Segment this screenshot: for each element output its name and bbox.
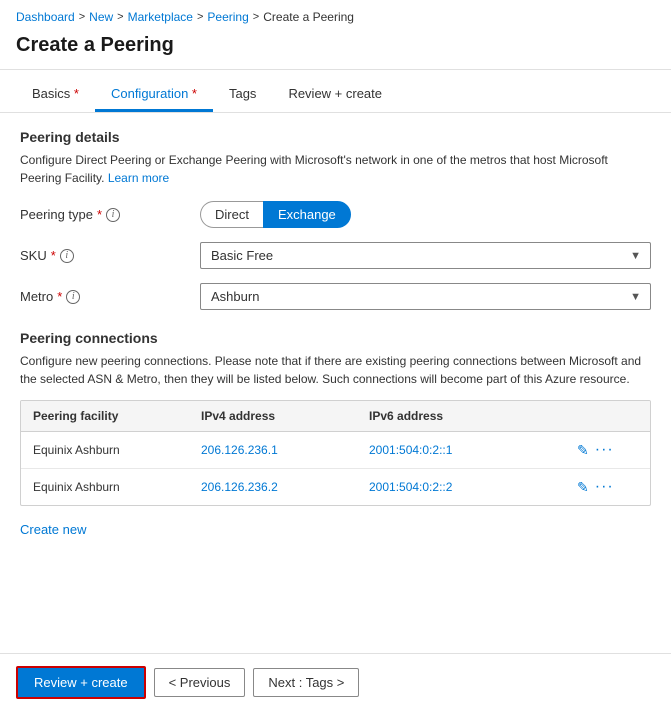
- tab-configuration[interactable]: Configuration *: [95, 78, 213, 112]
- peering-type-info-icon[interactable]: i: [106, 208, 120, 222]
- peering-type-toggle: Direct Exchange: [200, 201, 651, 228]
- breadcrumb-dashboard[interactable]: Dashboard: [16, 10, 75, 24]
- breadcrumb-new[interactable]: New: [89, 10, 113, 24]
- review-create-button[interactable]: Review + create: [16, 666, 146, 699]
- row1-edit-icon[interactable]: ✎: [577, 442, 589, 459]
- row2-edit-icon[interactable]: ✎: [577, 479, 589, 496]
- sku-row: SKU * i Basic Free Premium MRS Premium D…: [20, 242, 651, 269]
- peering-type-label: Peering type * i: [20, 207, 200, 222]
- configuration-asterisk: *: [188, 86, 197, 101]
- row1-ipv4[interactable]: 206.126.236.1: [201, 443, 361, 457]
- breadcrumb-sep-1: >: [79, 11, 85, 23]
- row1-more-icon[interactable]: ···: [595, 441, 614, 459]
- row1-ipv6[interactable]: 2001:504:0:2::1: [369, 443, 569, 457]
- tab-tags[interactable]: Tags: [213, 78, 272, 112]
- peering-type-control: Direct Exchange: [200, 201, 651, 228]
- peering-details-desc: Configure Direct Peering or Exchange Pee…: [20, 151, 651, 187]
- tab-bar: Basics * Configuration * Tags Review + c…: [0, 78, 671, 113]
- metro-label: Metro * i: [20, 289, 200, 304]
- row2-actions: ✎ ···: [577, 478, 638, 496]
- metro-select[interactable]: Ashburn Atlanta Chicago Dallas: [200, 283, 651, 310]
- row1-actions: ✎ ···: [577, 441, 638, 459]
- breadcrumb-sep-3: >: [197, 11, 203, 23]
- sku-label: SKU * i: [20, 248, 200, 263]
- next-button[interactable]: Next : Tags >: [253, 668, 359, 697]
- peering-connections-section: Peering connections Configure new peerin…: [20, 330, 651, 537]
- row2-more-icon[interactable]: ···: [595, 478, 614, 496]
- row2-action-group: ✎ ···: [577, 478, 638, 496]
- col-header-ipv4: IPv4 address: [201, 409, 361, 423]
- row1-facility: Equinix Ashburn: [33, 443, 193, 457]
- row2-facility: Equinix Ashburn: [33, 480, 193, 494]
- table-row: Equinix Ashburn 206.126.236.1 2001:504:0…: [21, 432, 650, 469]
- peering-type-exchange-btn[interactable]: Exchange: [263, 201, 351, 228]
- metro-row: Metro * i Ashburn Atlanta Chicago Dallas…: [20, 283, 651, 310]
- breadcrumb-sep-4: >: [253, 11, 259, 23]
- sku-control: Basic Free Premium MRS Premium Direct Fr…: [200, 242, 651, 269]
- tab-review-create[interactable]: Review + create: [272, 78, 398, 112]
- row2-ipv6[interactable]: 2001:504:0:2::2: [369, 480, 569, 494]
- peering-details-title: Peering details: [20, 129, 651, 145]
- table-row: Equinix Ashburn 206.126.236.2 2001:504:0…: [21, 469, 650, 505]
- peering-type-row: Peering type * i Direct Exchange: [20, 201, 651, 228]
- col-header-facility: Peering facility: [33, 409, 193, 423]
- sku-select[interactable]: Basic Free Premium MRS Premium Direct Fr…: [200, 242, 651, 269]
- breadcrumb-peering[interactable]: Peering: [207, 10, 248, 24]
- breadcrumb: Dashboard > New > Marketplace > Peering …: [0, 0, 671, 30]
- table-header-row: Peering facility IPv4 address IPv6 addre…: [21, 401, 650, 432]
- footer: Review + create < Previous Next : Tags >: [0, 653, 671, 711]
- metro-info-icon[interactable]: i: [66, 290, 80, 304]
- basics-asterisk: *: [70, 86, 79, 101]
- sku-info-icon[interactable]: i: [60, 249, 74, 263]
- row2-ipv4[interactable]: 206.126.236.2: [201, 480, 361, 494]
- metro-control: Ashburn Atlanta Chicago Dallas ▼: [200, 283, 651, 310]
- tab-basics[interactable]: Basics *: [16, 78, 95, 112]
- col-header-actions: [577, 409, 638, 423]
- previous-button[interactable]: < Previous: [154, 668, 246, 697]
- peering-type-direct-btn[interactable]: Direct: [200, 201, 263, 228]
- connections-title: Peering connections: [20, 330, 651, 346]
- breadcrumb-marketplace[interactable]: Marketplace: [128, 10, 193, 24]
- row1-action-group: ✎ ···: [577, 441, 638, 459]
- main-content: Peering details Configure Direct Peering…: [0, 113, 671, 553]
- create-new-link[interactable]: Create new: [20, 522, 86, 537]
- page-title: Create a Peering: [0, 30, 671, 70]
- breadcrumb-current: Create a Peering: [263, 10, 354, 24]
- breadcrumb-sep-2: >: [117, 11, 123, 23]
- connections-table: Peering facility IPv4 address IPv6 addre…: [20, 400, 651, 506]
- col-header-ipv6: IPv6 address: [369, 409, 569, 423]
- connections-desc: Configure new peering connections. Pleas…: [20, 352, 651, 388]
- learn-more-link[interactable]: Learn more: [108, 171, 169, 185]
